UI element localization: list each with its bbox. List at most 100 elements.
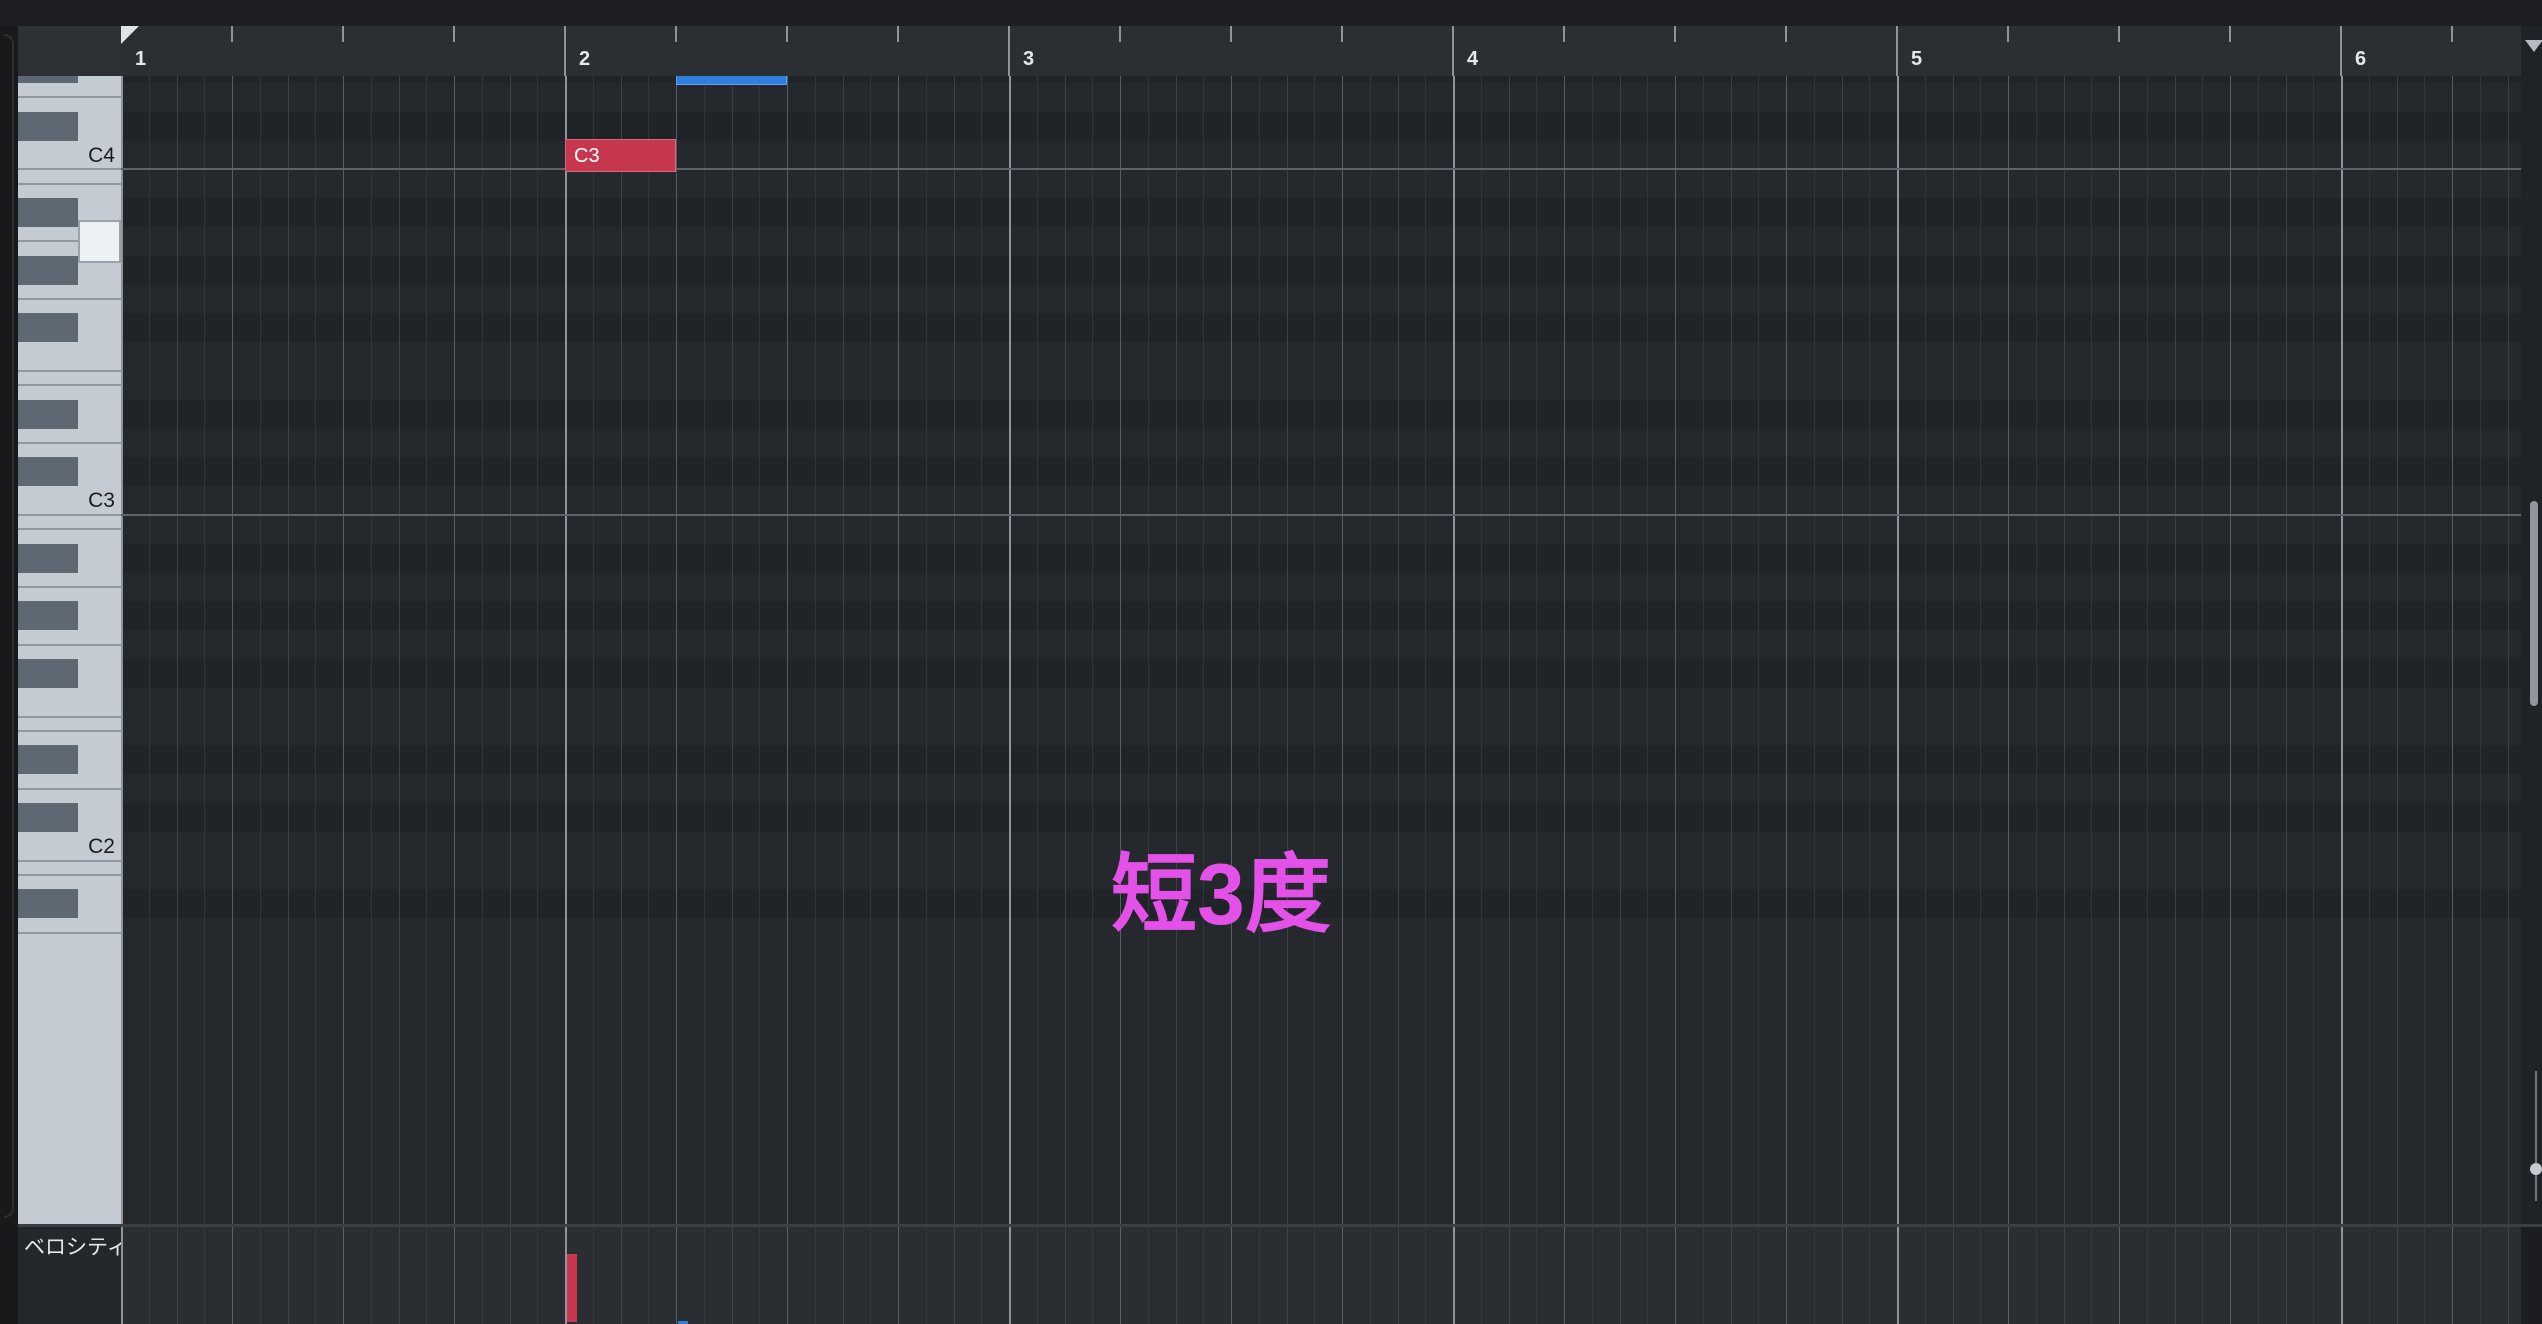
- note-d-sharp-3[interactable]: D#3: [676, 76, 787, 86]
- sixteenth-line: [1425, 1227, 1427, 1324]
- sixteenth-line: [870, 76, 872, 1226]
- sixteenth-line: [2257, 1227, 2259, 1324]
- black-key[interactable]: [18, 745, 78, 775]
- note-grid[interactable]: C3 D#3 短3度: [121, 76, 2521, 1226]
- beat-line: [454, 76, 455, 1226]
- eighth-line: [509, 1227, 511, 1324]
- eighth-line: [176, 1227, 178, 1324]
- sixteenth-line: [1480, 1227, 1482, 1324]
- beat-line: [787, 76, 788, 1226]
- black-key[interactable]: [18, 313, 78, 343]
- key-divider: [18, 182, 121, 185]
- sixteenth-line: [1536, 1227, 1538, 1324]
- eighth-line: [731, 1227, 733, 1324]
- eighth-line: [1175, 1227, 1177, 1324]
- beat-tick: [2229, 26, 2231, 42]
- beat-tick: [2118, 26, 2120, 42]
- eighth-line: [2285, 76, 2287, 1226]
- beat-line: [343, 76, 344, 1226]
- key-divider: [18, 528, 121, 531]
- velocity-bar-c3[interactable]: [567, 1253, 577, 1322]
- eighth-line: [1508, 1227, 1510, 1324]
- beat-line: [1675, 76, 1676, 1226]
- black-key[interactable]: [18, 255, 78, 285]
- beat-line: [1231, 76, 1232, 1226]
- sixteenth-line: [1869, 1227, 1871, 1324]
- sixteenth-line: [1092, 1227, 1094, 1324]
- ruler-corner: [18, 26, 121, 76]
- sixteenth-line: [2313, 76, 2315, 1226]
- vertical-scrollbar[interactable]: [2521, 26, 2542, 1226]
- beat-tick: [231, 26, 233, 42]
- sixteenth-line: [1813, 1227, 1815, 1324]
- black-key[interactable]: [18, 457, 78, 487]
- bar-number: 3: [1023, 48, 1035, 70]
- beat-line: [1120, 1227, 1121, 1324]
- beat-line: [2008, 1227, 2009, 1324]
- start-position-marker[interactable]: [121, 26, 139, 44]
- sixteenth-line: [1647, 76, 1649, 1226]
- black-key[interactable]: [18, 543, 78, 573]
- sixteenth-line: [1702, 76, 1704, 1226]
- eighth-line: [2507, 76, 2509, 1226]
- sixteenth-line: [1147, 1227, 1149, 1324]
- eighth-line: [2396, 1227, 2398, 1324]
- zoom-slider-track[interactable]: [2535, 1071, 2537, 1201]
- sixteenth-line: [1647, 1227, 1649, 1324]
- note-c3[interactable]: C3: [565, 138, 676, 172]
- top-toolbar-strip: [0, 0, 2542, 27]
- sixteenth-line: [592, 76, 594, 1226]
- sixteenth-line: [204, 1227, 206, 1324]
- key-divider: [18, 643, 121, 646]
- sixteenth-line: [2035, 1227, 2037, 1324]
- key-divider: [18, 859, 121, 862]
- sixteenth-line: [1258, 76, 1260, 1226]
- sixteenth-line: [537, 76, 539, 1226]
- black-key[interactable]: [18, 111, 78, 141]
- beat-line: [1231, 1227, 1232, 1324]
- sixteenth-line: [2202, 1227, 2204, 1324]
- beat-line: [1786, 1227, 1787, 1324]
- sixteenth-line: [259, 76, 261, 1226]
- beat-tick: [1230, 26, 1232, 42]
- bar-ruler[interactable]: 1 2 3 4 5 6: [121, 26, 2521, 77]
- octave-label: C2: [88, 834, 115, 858]
- piano-keyboard[interactable]: C4 C3 C2: [18, 76, 121, 1226]
- sixteenth-line: [1036, 1227, 1038, 1324]
- sixteenth-line: [2257, 76, 2259, 1226]
- black-key[interactable]: [18, 803, 78, 832]
- beat-tick: [1674, 26, 1676, 42]
- black-key[interactable]: [18, 399, 78, 429]
- dropdown-arrow-icon[interactable]: [2525, 40, 2542, 52]
- zoom-slider-knob[interactable]: [2530, 1163, 2542, 1175]
- beat-line: [1675, 1227, 1676, 1324]
- velocity-lane[interactable]: [121, 1227, 2521, 1324]
- sixteenth-line: [1536, 76, 1538, 1226]
- black-key[interactable]: [18, 659, 78, 688]
- beat-line: [2452, 76, 2453, 1226]
- key-divider: [18, 787, 121, 790]
- sixteenth-line: [1480, 76, 1482, 1226]
- octave-label: C4: [88, 143, 115, 167]
- black-key[interactable]: [18, 889, 78, 919]
- key-divider: [18, 931, 121, 934]
- black-key[interactable]: [18, 601, 78, 631]
- key-divider: [18, 514, 121, 516]
- eighth-line: [1841, 76, 1843, 1226]
- sixteenth-line: [814, 1227, 816, 1324]
- eighth-line: [1619, 1227, 1621, 1324]
- beat-line: [1786, 76, 1787, 1226]
- eighth-line: [1619, 76, 1621, 1226]
- octave-line: [121, 514, 2521, 516]
- sixteenth-line: [370, 1227, 372, 1324]
- black-key[interactable]: [18, 76, 78, 83]
- scrollbar-thumb[interactable]: [2530, 501, 2538, 706]
- eighth-line: [2285, 1227, 2287, 1324]
- bar-number: 6: [2355, 48, 2367, 70]
- eighth-line: [1508, 76, 1510, 1226]
- sixteenth-line: [648, 1227, 650, 1324]
- beat-line: [232, 76, 233, 1226]
- highlighted-key[interactable]: [78, 219, 121, 263]
- sixteenth-line: [2313, 1227, 2315, 1324]
- black-key[interactable]: [18, 198, 78, 227]
